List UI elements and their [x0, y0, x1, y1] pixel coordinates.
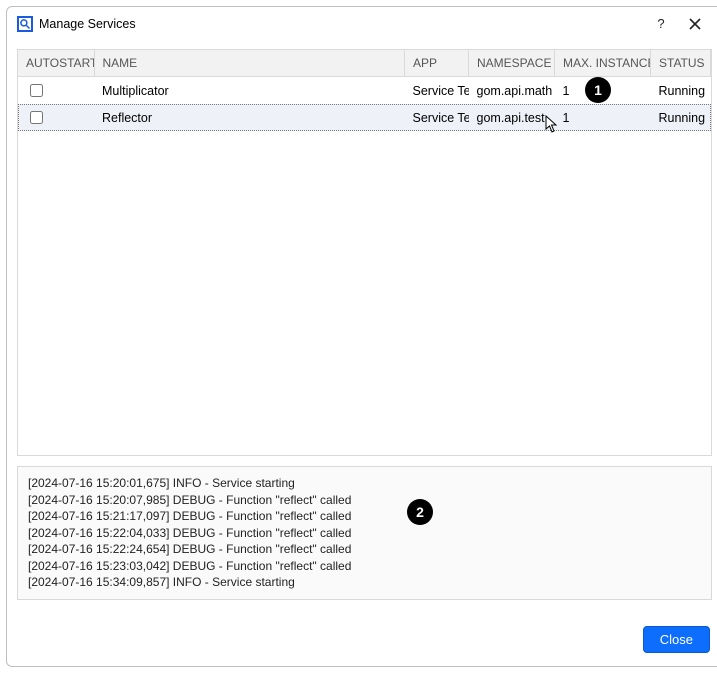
col-name[interactable]: NAME: [94, 50, 405, 77]
log-line: [2024-07-16 15:34:09,857] INFO - Service…: [28, 574, 701, 591]
help-button[interactable]: ?: [644, 10, 678, 38]
magnifier-icon: [17, 16, 33, 32]
log-line: [2024-07-16 15:23:03,042] DEBUG - Functi…: [28, 558, 701, 575]
log-line: [2024-07-16 15:21:17,097] DEBUG - Functi…: [28, 508, 701, 525]
cell-status: Running: [651, 104, 711, 131]
titlebar: Manage Services ?: [7, 7, 717, 41]
log-line: [2024-07-16 15:20:01,675] INFO - Service…: [28, 475, 701, 492]
annotation-badge-1: 1: [585, 77, 611, 103]
dialog-content: AUTOSTART NAME APP NAMESPACE MAX. INSTAN…: [7, 41, 717, 620]
autostart-checkbox[interactable]: [30, 111, 43, 124]
services-table: AUTOSTART NAME APP NAMESPACE MAX. INSTAN…: [17, 49, 712, 456]
log-panel[interactable]: [2024-07-16 15:20:01,675] INFO - Service…: [17, 466, 712, 600]
cursor-icon: [545, 115, 559, 138]
close-window-button[interactable]: [678, 10, 712, 38]
cell-app: Service Test: [405, 104, 469, 131]
col-autostart[interactable]: AUTOSTART: [18, 50, 94, 77]
cell-name: Reflector: [94, 104, 405, 131]
cell-status: Running: [651, 77, 711, 105]
table-row[interactable]: Reflector Service Test gom.api.test 1 Ru…: [18, 104, 711, 131]
col-status[interactable]: STATUS: [651, 50, 711, 77]
close-button[interactable]: Close: [643, 626, 710, 653]
col-max-instances[interactable]: MAX. INSTANCES: [555, 50, 651, 77]
cell-max-instances: 1: [555, 104, 651, 131]
cell-name: Multiplicator: [94, 77, 405, 105]
log-line: [2024-07-16 15:20:07,985] DEBUG - Functi…: [28, 492, 701, 509]
close-icon: [689, 18, 701, 30]
manage-services-dialog: Manage Services ? AUTOSTART NAME APP NAM…: [6, 6, 717, 667]
log-line: [2024-07-16 15:22:04,033] DEBUG - Functi…: [28, 525, 701, 542]
annotation-badge-2: 2: [407, 499, 433, 525]
col-namespace[interactable]: NAMESPACE: [469, 50, 555, 77]
cell-namespace: gom.api.test: [469, 104, 555, 131]
col-app[interactable]: APP: [405, 50, 469, 77]
dialog-footer: Close: [7, 620, 717, 666]
autostart-checkbox[interactable]: [30, 84, 43, 97]
log-line: [2024-07-16 15:22:24,654] DEBUG - Functi…: [28, 541, 701, 558]
window-title: Manage Services: [39, 17, 644, 31]
cell-namespace: gom.api.math: [469, 77, 555, 105]
cell-app: Service Test: [405, 77, 469, 105]
